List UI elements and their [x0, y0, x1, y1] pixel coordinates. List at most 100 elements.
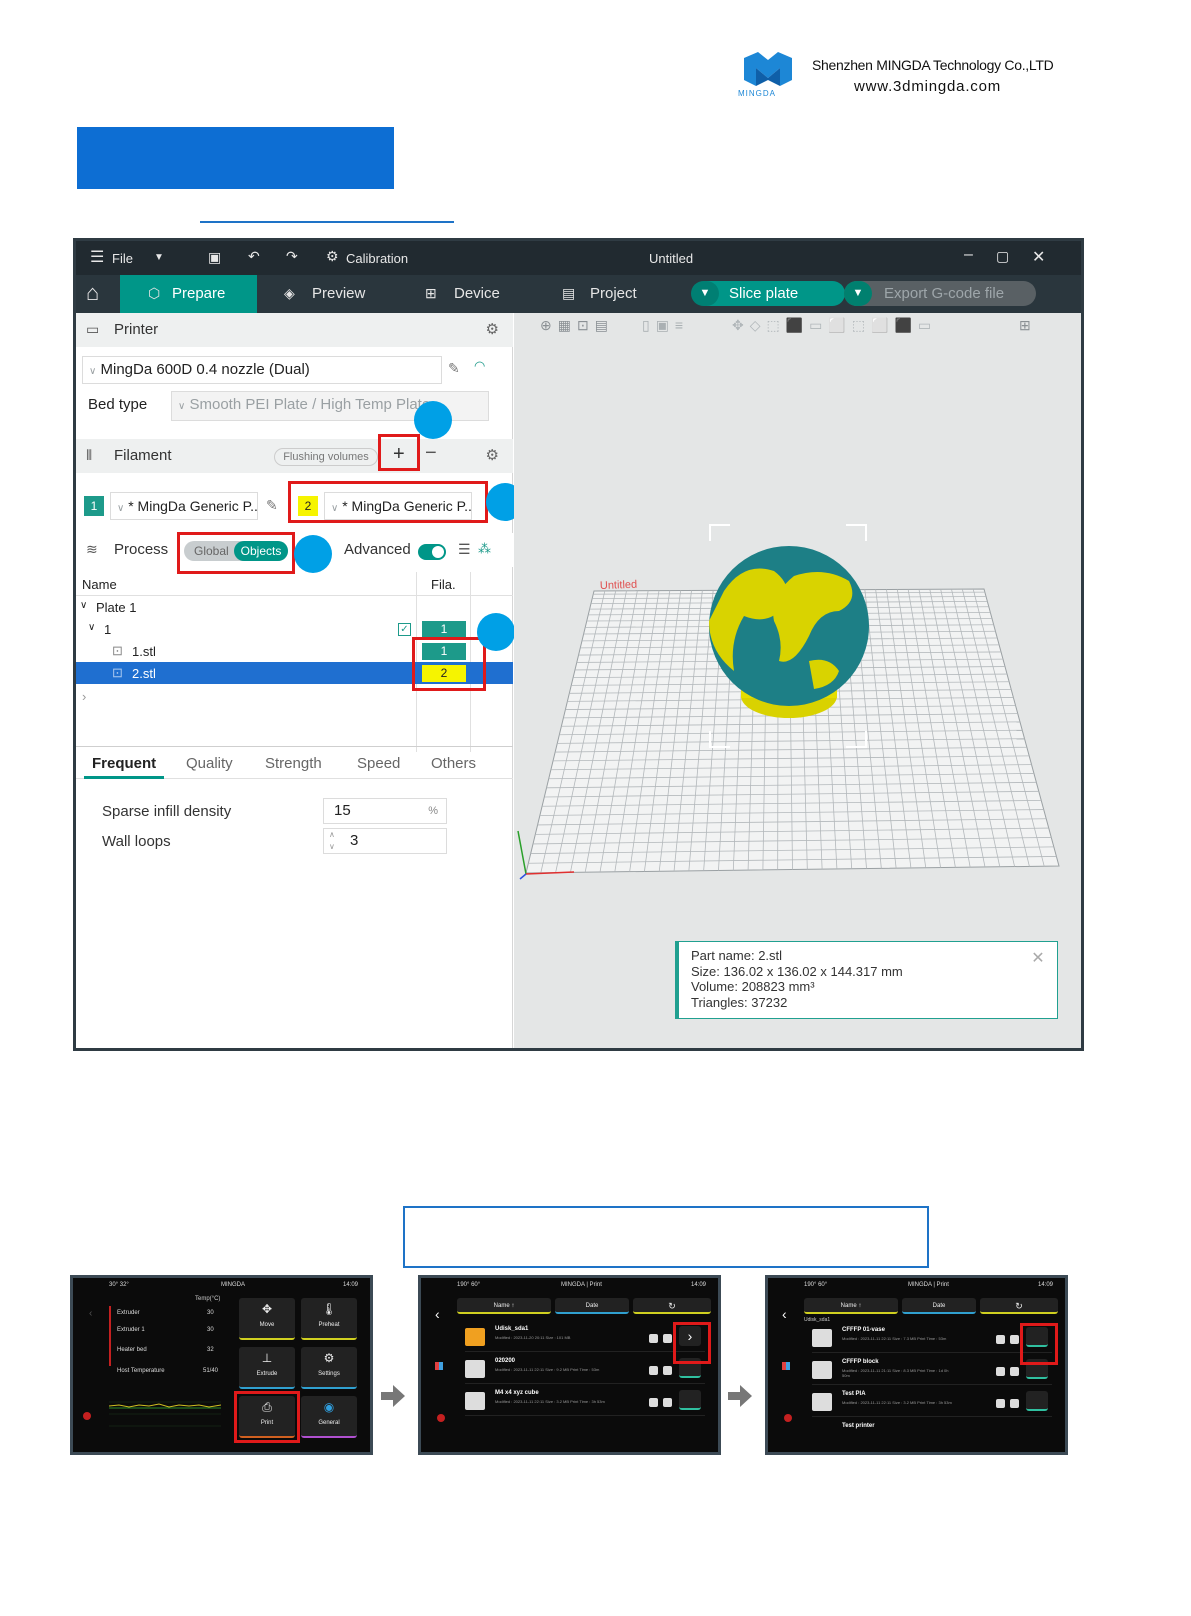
- file-row-block[interactable]: CFFFP block Modified : 2023-11-11 21:11 …: [812, 1355, 1052, 1385]
- left-settings-panel: ▭ Printer ⚙ ∨ MingDa 600D 0.4 nozzle (Du…: [76, 313, 524, 1048]
- slice-plate-button[interactable]: ▼ Slice plate: [691, 281, 845, 306]
- delete-icon[interactable]: [663, 1398, 672, 1407]
- settings-tab-frequent[interactable]: Frequent: [92, 755, 156, 772]
- file-row-vase[interactable]: CFFFP 01-vase Modified : 2023-11-11 22:1…: [812, 1323, 1052, 1353]
- sort-name-label: Name: [840, 1303, 857, 1309]
- chevron-left-icon[interactable]: ‹: [89, 1308, 92, 1319]
- edit-icon[interactable]: ✎: [266, 497, 278, 514]
- menu-icon[interactable]: ☰: [90, 247, 104, 267]
- home-icon[interactable]: ⌂: [76, 275, 120, 313]
- sort-by-name-button[interactable]: Name ↑: [457, 1298, 551, 1314]
- print-file-icon[interactable]: [1026, 1391, 1048, 1411]
- delete-icon[interactable]: [1010, 1399, 1019, 1408]
- toolbar-add-icons[interactable]: ⊕▦⊡▤: [540, 317, 614, 334]
- preview-icon[interactable]: [996, 1367, 1005, 1376]
- group-fila-badge[interactable]: 1: [422, 621, 466, 638]
- infill-density-input[interactable]: 15 %: [323, 798, 447, 824]
- delete-icon[interactable]: [1010, 1367, 1019, 1376]
- 3d-viewport[interactable]: ⊕▦⊡▤ ▯▣≡ ✥◇⬚⬛▭⬜⬚⬜⬛▭ ⊞ Untitled Part name…: [514, 313, 1081, 1048]
- print-file-icon[interactable]: [679, 1390, 701, 1410]
- list-icon[interactable]: ☰: [458, 541, 471, 558]
- gear-icon[interactable]: ⚙: [486, 446, 499, 464]
- settings-compare-icon[interactable]: ⁂: [478, 541, 491, 557]
- tab-device[interactable]: Device: [426, 275, 500, 313]
- settings-tab-others[interactable]: Others: [431, 755, 476, 772]
- folder-icon: [465, 1328, 485, 1346]
- stop-icon[interactable]: [83, 1412, 91, 1420]
- delete-icon[interactable]: [663, 1366, 672, 1375]
- chevron-right-icon[interactable]: ›: [82, 689, 86, 704]
- chevron-down-icon[interactable]: ∨: [88, 622, 95, 633]
- chevron-down-icon[interactable]: ▼: [844, 281, 872, 306]
- preheat-button[interactable]: 🌡 Preheat: [301, 1298, 357, 1340]
- extrude-button[interactable]: ⊥ Extrude: [239, 1347, 295, 1389]
- remove-filament-icon[interactable]: −: [425, 442, 437, 465]
- visible-checkbox[interactable]: ✓: [398, 623, 411, 636]
- export-gcode-button[interactable]: ▼ Export G-code file: [844, 281, 1036, 306]
- general-button[interactable]: ◉ General: [301, 1396, 357, 1438]
- chevron-down-icon[interactable]: ▼: [154, 252, 164, 263]
- tab-preview[interactable]: Preview: [284, 275, 365, 313]
- tab-prepare[interactable]: Prepare: [120, 275, 257, 313]
- file-menu[interactable]: File: [112, 251, 133, 266]
- sort-by-date-button[interactable]: Date: [902, 1298, 976, 1314]
- stop-icon[interactable]: [784, 1414, 792, 1422]
- stop-icon[interactable]: [437, 1414, 445, 1422]
- maximize-icon[interactable]: ▢: [996, 248, 1009, 265]
- delete-icon[interactable]: [663, 1334, 672, 1343]
- settings-button[interactable]: ⚙ Settings: [301, 1347, 357, 1389]
- tree-row-plate[interactable]: ∨ Plate 1: [76, 596, 513, 618]
- back-icon[interactable]: ‹: [782, 1306, 787, 1322]
- wifi-icon[interactable]: ◠: [474, 358, 485, 374]
- toolbar-arrange-icons[interactable]: ▯▣≡: [642, 317, 689, 334]
- file-row-cube[interactable]: M4 x4 xyz cube Modified : 2023-11-11 22:…: [465, 1386, 705, 1416]
- calibration-menu[interactable]: Calibration: [346, 251, 408, 266]
- toolbar-transform-icons[interactable]: ✥◇⬚⬛▭⬜⬚⬜⬛▭: [732, 317, 937, 334]
- settings-tab-quality[interactable]: Quality: [186, 755, 233, 772]
- preview-icon[interactable]: [649, 1366, 658, 1375]
- file-row-020200[interactable]: 020200 Modified : 2023-11-11 22:11 Size …: [465, 1354, 705, 1384]
- move-button[interactable]: ✥ Move: [239, 1298, 295, 1340]
- printer-preset-select[interactable]: ∨ MingDa 600D 0.4 nozzle (Dual): [82, 356, 442, 384]
- chevron-down-icon[interactable]: ▼: [691, 281, 719, 306]
- flushing-volumes-button[interactable]: Flushing volumes: [274, 448, 378, 466]
- minimize-icon[interactable]: –: [964, 246, 973, 264]
- build-plate-scene[interactable]: Untitled: [514, 341, 1081, 941]
- undo-icon[interactable]: ↶: [248, 248, 260, 265]
- back-icon[interactable]: ‹: [435, 1306, 440, 1322]
- refresh-button[interactable]: ↻: [980, 1298, 1058, 1314]
- file-row-test-printer[interactable]: Test printer: [812, 1419, 1052, 1449]
- advanced-toggle[interactable]: [418, 544, 446, 560]
- delete-icon[interactable]: [1010, 1335, 1019, 1344]
- preview-icon[interactable]: [996, 1335, 1005, 1344]
- preview-icon[interactable]: [996, 1399, 1005, 1408]
- settings-tab-speed[interactable]: Speed: [357, 755, 400, 772]
- temp-row-extruder-1[interactable]: Extruder 1: [117, 1327, 145, 1333]
- settings-tab-strength[interactable]: Strength: [265, 755, 322, 772]
- file-row-udisk[interactable]: Udisk_sda1 Modified : 2023-11-20 20:11 S…: [465, 1322, 705, 1352]
- temp-row-host[interactable]: Host Temperature: [117, 1368, 165, 1374]
- refresh-button[interactable]: ↻: [633, 1298, 711, 1314]
- sort-by-name-button[interactable]: Name ↑: [804, 1298, 898, 1314]
- close-icon[interactable]: ✕: [1027, 948, 1049, 970]
- temp-row-heater-bed[interactable]: Heater bed: [117, 1347, 147, 1353]
- save-icon[interactable]: ▣: [208, 249, 221, 266]
- apps-icon[interactable]: [782, 1362, 790, 1370]
- sort-by-date-button[interactable]: Date: [555, 1298, 629, 1314]
- edit-icon[interactable]: ✎: [448, 360, 460, 377]
- stepper-arrows-icon[interactable]: ∧ ∨: [329, 829, 335, 853]
- file-row-test-pia[interactable]: Test PIA Modified : 2023-11-11 22:11 Siz…: [812, 1387, 1052, 1417]
- toolbar-view-icon[interactable]: ⊞: [1019, 317, 1031, 334]
- wall-loops-stepper[interactable]: ∧ ∨ 3: [323, 828, 447, 854]
- temp-row-extruder[interactable]: Extruder: [117, 1310, 140, 1316]
- redo-icon[interactable]: ↷: [286, 248, 298, 265]
- gear-icon[interactable]: ⚙: [486, 320, 499, 338]
- close-icon[interactable]: ✕: [1032, 247, 1045, 267]
- preview-icon[interactable]: [649, 1334, 658, 1343]
- chevron-down-icon[interactable]: ∨: [80, 600, 87, 611]
- layers-icon: ◈: [284, 285, 295, 301]
- filament-slot-1-select[interactable]: ∨ * MingDa Generic P...: [110, 492, 258, 520]
- wall-loops-label: Wall loops: [102, 833, 171, 850]
- apps-icon[interactable]: [435, 1362, 443, 1370]
- preview-icon[interactable]: [649, 1398, 658, 1407]
